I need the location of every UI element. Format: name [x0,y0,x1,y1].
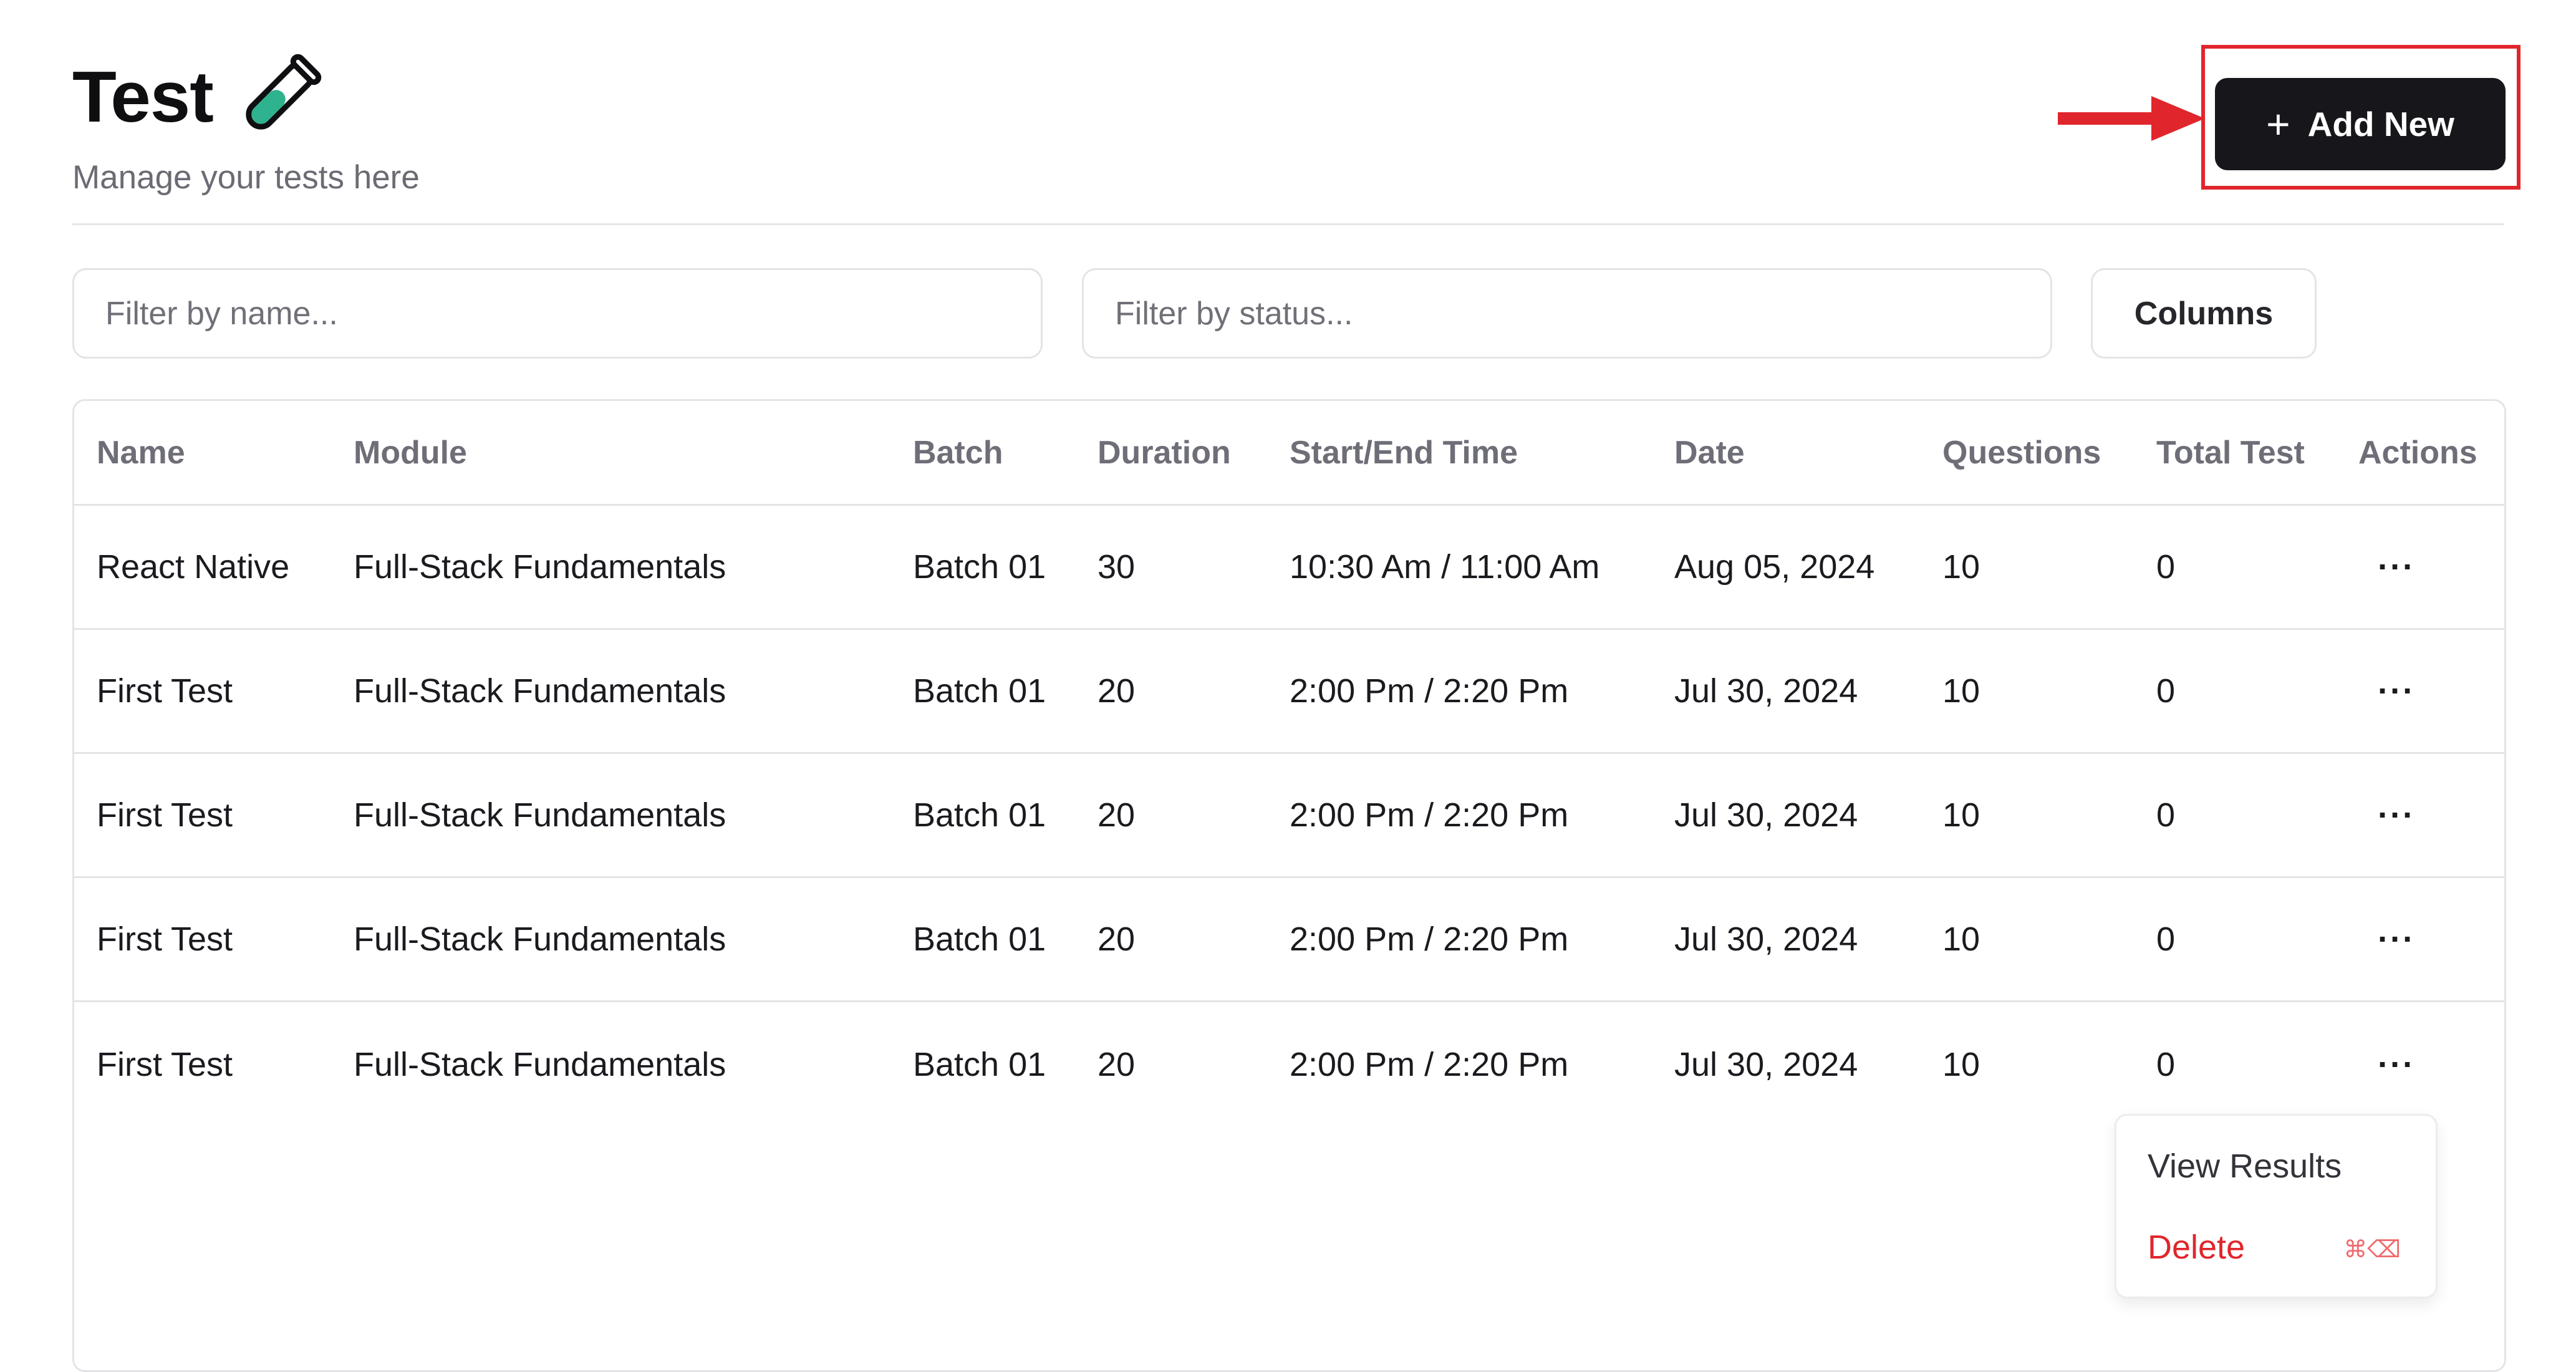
cell-total-test: 0 [2156,920,2176,958]
header-duration[interactable]: Duration [1097,401,1231,504]
cell-start-end-time: 2:00 Pm / 2:20 Pm [1290,920,1569,958]
cell-duration: 20 [1097,1045,1136,1083]
cell-total-test: 0 [2156,1045,2176,1083]
add-new-button[interactable]: + Add New [2215,78,2506,170]
row-actions-menu-icon[interactable]: ··· [2378,754,2415,876]
cell-questions: 10 [1942,548,1980,586]
cell-duration: 20 [1097,796,1136,834]
cell-name: React Native [97,548,290,586]
filter-by-name-input[interactable]: Filter by name... [72,268,1043,359]
cell-name: First Test [97,796,233,834]
cell-duration: 20 [1097,920,1136,958]
cell-questions: 10 [1942,672,1980,710]
table-row[interactable]: React Native Full-Stack Fundamentals Bat… [74,506,2504,630]
cell-start-end-time: 10:30 Am / 11:00 Am [1290,548,1600,586]
cell-date: Jul 30, 2024 [1674,672,1858,710]
delete-shortcut-hint: ⌘⌫ [2343,1237,2401,1263]
title-row: Test [72,50,420,143]
table-header-row: Name Module Batch Duration Start/End Tim… [74,401,2504,506]
row-actions-menu-icon[interactable]: ··· [2378,506,2415,628]
annotation-arrow-icon [2058,96,2205,141]
cell-start-end-time: 2:00 Pm / 2:20 Pm [1290,1045,1569,1083]
table-row[interactable]: First Test Full-Stack Fundamentals Batch… [74,754,2504,878]
cell-total-test: 0 [2156,548,2176,586]
cell-date: Aug 05, 2024 [1674,548,1875,586]
cell-batch: Batch 01 [913,1045,1046,1083]
cell-name: First Test [97,1045,233,1083]
add-new-label: Add New [2307,105,2454,143]
table-row[interactable]: First Test Full-Stack Fundamentals Batch… [74,1002,2504,1126]
cell-questions: 10 [1942,1045,1980,1083]
page-header: Test Manage your tests here [72,50,420,196]
cell-batch: Batch 01 [913,548,1046,586]
cell-module: Full-Stack Fundamentals [354,672,726,710]
cell-date: Jul 30, 2024 [1674,1045,1858,1083]
cell-start-end-time: 2:00 Pm / 2:20 Pm [1290,672,1569,710]
cell-batch: Batch 01 [913,672,1046,710]
header-total-test[interactable]: Total Test [2156,401,2305,504]
row-actions-menu-icon[interactable]: ··· [2378,878,2415,1000]
page-title: Test [72,56,214,137]
row-actions-dropdown: View Results Delete ⌘⌫ [2115,1114,2438,1298]
plus-icon: + [2266,101,2290,147]
filter-name-placeholder: Filter by name... [105,295,338,332]
cell-module: Full-Stack Fundamentals [354,920,726,958]
table-row[interactable]: First Test Full-Stack Fundamentals Batch… [74,878,2504,1002]
page-subtitle: Manage your tests here [72,159,420,196]
cell-module: Full-Stack Fundamentals [354,548,726,586]
header-actions: Actions [2358,434,2477,471]
cell-batch: Batch 01 [913,796,1046,834]
header-module[interactable]: Module [354,401,467,504]
cell-questions: 10 [1942,796,1980,834]
cell-module: Full-Stack Fundamentals [354,1045,726,1083]
header-name[interactable]: Name [97,401,185,504]
cell-total-test: 0 [2156,796,2176,834]
cell-questions: 10 [1942,920,1980,958]
columns-label: Columns [2134,295,2274,332]
menu-item-view-results[interactable]: View Results [2148,1147,2342,1186]
cell-total-test: 0 [2156,672,2176,710]
table-row[interactable]: First Test Full-Stack Fundamentals Batch… [74,630,2504,754]
cell-start-end-time: 2:00 Pm / 2:20 Pm [1290,796,1569,834]
header-start-end-time[interactable]: Start/End Time [1290,401,1518,504]
menu-item-delete[interactable]: Delete [2148,1228,2245,1267]
cell-duration: 30 [1097,548,1136,586]
cell-module: Full-Stack Fundamentals [354,796,726,834]
cell-duration: 20 [1097,672,1136,710]
row-actions-menu-icon[interactable]: ··· [2378,1002,2415,1126]
header-batch[interactable]: Batch [913,401,1003,504]
header-divider [72,223,2504,225]
cell-date: Jul 30, 2024 [1674,920,1858,958]
cell-batch: Batch 01 [913,920,1046,958]
header-date[interactable]: Date [1674,401,1745,504]
cell-date: Jul 30, 2024 [1674,796,1858,834]
header-questions[interactable]: Questions [1942,401,2101,504]
row-actions-menu-icon[interactable]: ··· [2378,630,2415,752]
cell-name: First Test [97,672,233,710]
filter-by-status-input[interactable]: Filter by status... [1082,268,2052,359]
test-tube-icon [246,54,322,130]
filter-status-placeholder: Filter by status... [1115,295,1353,332]
cell-name: First Test [97,920,233,958]
columns-button[interactable]: Columns [2091,268,2317,359]
